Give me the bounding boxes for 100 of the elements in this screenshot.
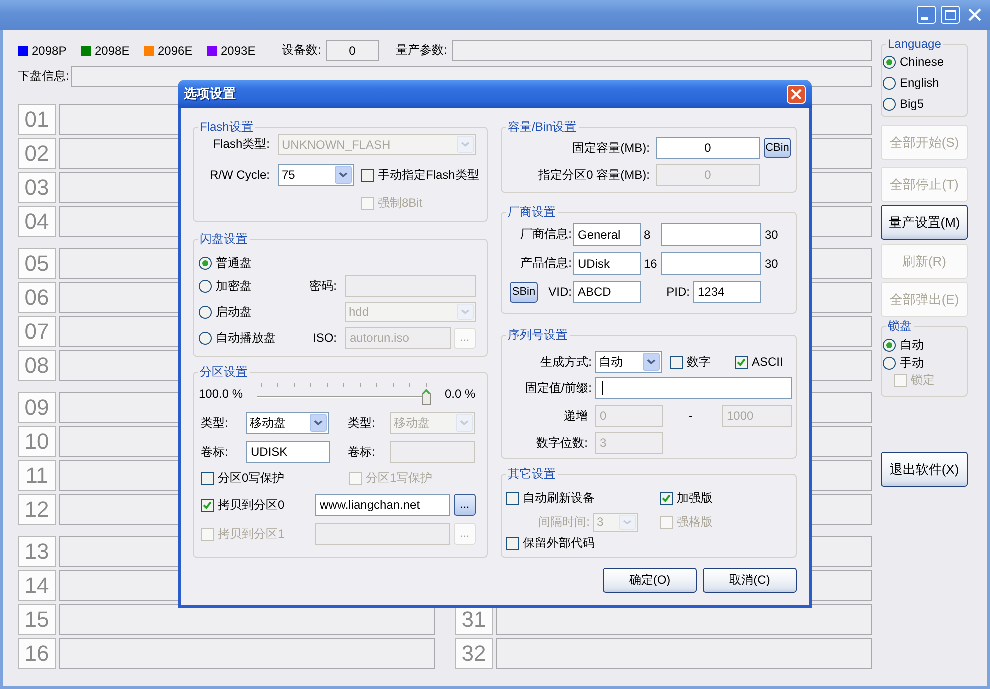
vendor-info-label: 厂商信息: [520, 226, 572, 243]
password-label: 密码: [310, 278, 337, 294]
increment-label: 递增 [564, 408, 588, 424]
slot-number: 13 [18, 536, 56, 567]
range-separator: - [689, 409, 693, 423]
slot-number: 11 [18, 460, 56, 491]
partition-share-label: 100.0 % [199, 387, 244, 401]
radio-button[interactable] [883, 98, 896, 110]
slot-status-field[interactable] [59, 604, 435, 635]
chevron-down-icon[interactable] [643, 353, 660, 371]
slot-number: 10 [18, 426, 56, 457]
fixed-capacity-label: 固定容量(MB): [572, 140, 650, 156]
radio-label: 自动 [900, 336, 924, 354]
radio-label: 加密盘 [216, 278, 252, 294]
copy-source-field[interactable]: www.liangchan.net [315, 494, 450, 516]
radio-label: Chinese [900, 55, 944, 69]
checkbox[interactable] [660, 492, 673, 504]
checkbox-label: 分区1写保护 [366, 470, 433, 486]
checkbox-label: ASCII [752, 355, 784, 369]
product-info-extra-field[interactable] [661, 252, 761, 275]
slot-number: 09 [18, 392, 56, 423]
checkbox-label: 拷贝到分区1 [218, 526, 285, 542]
vid-field[interactable]: ABCD [573, 281, 641, 303]
device-count-label: 设备数: [282, 42, 322, 59]
browse-button[interactable]: ... [454, 494, 476, 516]
disk-info-label: 下盘信息: [18, 68, 70, 85]
cancel-button[interactable]: 取消(C) [703, 568, 797, 593]
prefix-field[interactable] [595, 377, 792, 399]
slot-number: 08 [18, 350, 56, 381]
radio-button[interactable] [199, 306, 212, 318]
dialog-title: 选项设置 [184, 85, 236, 103]
checkbox[interactable] [361, 168, 374, 182]
device-count-field[interactable]: 0 [326, 40, 379, 61]
product-info-field[interactable]: UDisk [573, 252, 641, 275]
vid-label: VID: [548, 285, 572, 299]
radio-button[interactable] [883, 356, 896, 370]
generation-mode-label: 生成方式: [540, 354, 592, 370]
group-title: Flash设置 [199, 120, 254, 134]
ok-button[interactable]: 确定(O) [603, 568, 697, 593]
cbin-button[interactable]: CBin [764, 138, 791, 158]
pid-field[interactable]: 1234 [693, 281, 761, 303]
slot-number: 07 [18, 316, 56, 347]
pid-label: PID: [666, 285, 690, 299]
close-icon[interactable] [787, 84, 806, 104]
chevron-down-icon[interactable] [310, 414, 327, 432]
checkbox[interactable] [670, 356, 683, 368]
volume-name-field[interactable]: UDISK [246, 441, 330, 463]
checkbox[interactable] [506, 492, 519, 504]
radio-button[interactable] [883, 338, 896, 352]
generation-mode-dropdown[interactable]: 自动 [595, 351, 662, 373]
legend-label: 2098E [95, 44, 130, 58]
close-icon[interactable] [968, 8, 982, 22]
checkbox[interactable] [735, 356, 748, 368]
legend-label: 2093E [221, 44, 256, 58]
interval-label: 间隔时间: [538, 514, 590, 530]
slot-number: 06 [18, 282, 56, 313]
radio-label: English [900, 76, 940, 90]
checkbox-label: 加强版 [677, 490, 713, 506]
fixed-capacity-field[interactable]: 0 [656, 137, 760, 159]
checkbox-label: 分区0写保护 [218, 470, 285, 486]
radio-button[interactable] [199, 280, 212, 292]
digit-count-label: 数字位数: [536, 434, 588, 452]
maximize-icon[interactable] [941, 6, 960, 24]
production-params-label: 量产参数: [396, 42, 448, 59]
group-title: 序列号设置 [507, 328, 569, 342]
radio-button[interactable] [883, 56, 896, 68]
slot-number: 02 [18, 138, 56, 169]
slot-number: 01 [18, 104, 56, 135]
slot-number: 03 [18, 172, 56, 203]
group-title: 容量/Bin设置 [507, 120, 578, 134]
checkbox-label: 数字 [687, 354, 711, 370]
vendor-info-extra-field[interactable] [661, 223, 761, 246]
rw-cycle-label: R/W Cycle: [210, 168, 270, 182]
max-length-label: 30 [765, 228, 778, 242]
slot-status-field[interactable] [59, 638, 435, 669]
production-params-field[interactable] [452, 40, 872, 61]
rw-cycle-dropdown[interactable]: 75 [278, 164, 354, 186]
partition-type-dropdown[interactable]: 移动盘 [246, 412, 329, 434]
group-title: 锁盘 [887, 319, 913, 333]
radio-label: Big5 [900, 97, 924, 111]
max-length-label: 16 [644, 256, 658, 270]
chevron-down-icon[interactable] [335, 166, 352, 184]
minimize-icon[interactable] [917, 6, 936, 24]
slot-status-field[interactable] [496, 638, 872, 669]
vendor-info-field[interactable]: General [573, 223, 641, 246]
group-title: 分区设置 [199, 365, 249, 379]
radio-button[interactable] [883, 76, 896, 90]
checkbox[interactable] [201, 472, 214, 484]
radio-button[interactable] [199, 332, 212, 344]
prefix-label: 固定值/前缀: [525, 380, 592, 396]
checkbox-label: 强格版 [677, 514, 713, 530]
production-settings-button[interactable]: 量产设置(M) [881, 205, 968, 240]
checkbox[interactable] [201, 498, 214, 512]
sbin-button[interactable]: SBin [510, 282, 538, 302]
radio-button[interactable] [199, 256, 212, 270]
partition-type-label: 类型: [348, 414, 376, 432]
checkbox-label: 保留外部代码 [523, 534, 595, 552]
slider-thumb[interactable] [422, 389, 431, 405]
checkbox[interactable] [506, 536, 519, 550]
exit-button[interactable]: 退出软件(X) [881, 452, 968, 487]
